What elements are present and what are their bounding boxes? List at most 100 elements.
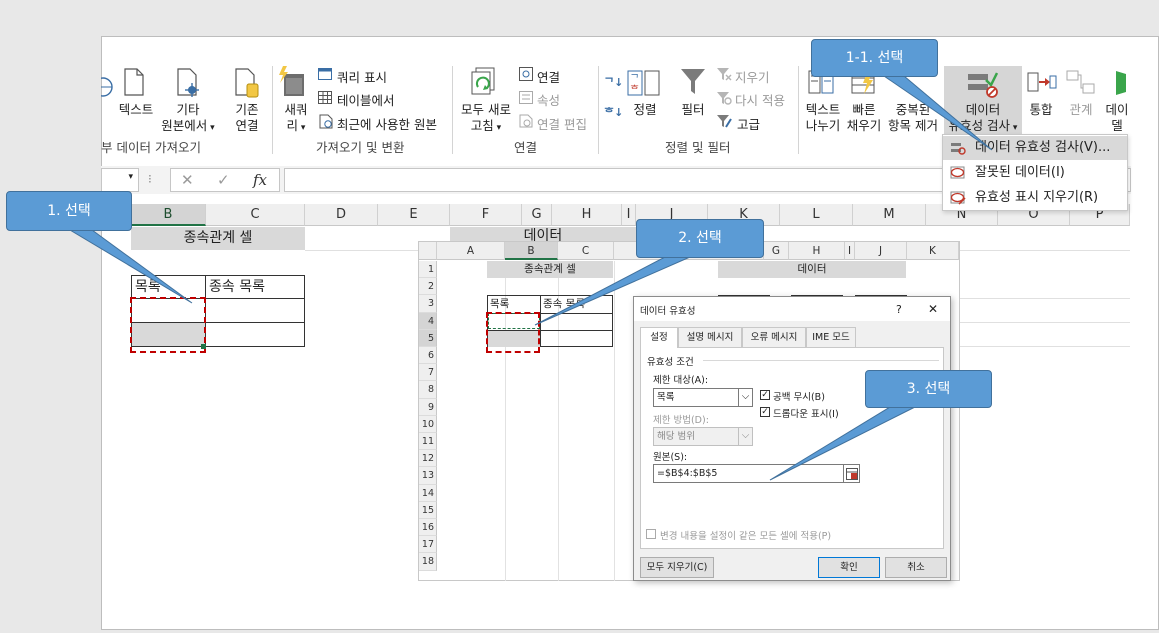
formula-buttons: ✕ ✓ fx — [170, 168, 280, 192]
data-validation-button[interactable]: 데이터 유효성 검사 ▾ — [944, 66, 1022, 136]
relationships-icon — [1066, 70, 1095, 94]
column-header-e[interactable]: E — [378, 204, 450, 226]
inset-row-header[interactable]: 13 — [419, 467, 437, 485]
ignore-blank-checkbox[interactable]: ✓ — [760, 390, 770, 400]
menu-item-data-validation[interactable]: 데이터 유효성 검사(V)... — [943, 136, 1127, 160]
refresh-all-button[interactable]: 모두 새로 고침 ▾ — [456, 102, 516, 136]
sort-button[interactable]: 정렬 — [628, 102, 662, 118]
tab-input-message[interactable]: 설명 메시지 — [678, 327, 742, 347]
inset-dependent-list-label-cell[interactable]: 종속 목록 — [541, 296, 585, 313]
in-cell-dropdown-checkbox[interactable]: ✓ — [760, 407, 770, 417]
help-icon[interactable]: ? — [896, 303, 902, 316]
clear-all-button[interactable]: 모두 지우기(C) — [640, 557, 714, 578]
inset-row-header[interactable]: 15 — [419, 501, 437, 519]
insert-function-icon[interactable]: fx — [253, 171, 267, 189]
name-box[interactable]: ▾ — [101, 168, 139, 192]
inset-dependent-cell-header[interactable]: 종속관계 셀 — [487, 261, 613, 278]
inset-row-header[interactable]: 11 — [419, 433, 437, 451]
column-header-b[interactable]: B — [131, 204, 206, 226]
column-header-c[interactable]: C — [206, 204, 305, 226]
sort-za-icon[interactable]: ᄒ↓ — [604, 104, 623, 120]
column-header-d[interactable]: D — [305, 204, 378, 226]
column-header-h[interactable]: H — [552, 204, 622, 226]
column-header-m[interactable]: M — [853, 204, 926, 226]
inset-column-header-a[interactable]: A — [437, 242, 505, 260]
reapply-button[interactable]: 다시 적용 — [735, 90, 785, 109]
data-select[interactable]: 해당 범위 ⌵ — [653, 427, 753, 446]
inset-row-header[interactable]: 12 — [419, 450, 437, 468]
tab-ime-mode[interactable]: IME 모드 — [806, 327, 856, 347]
menu-item-circle-invalid-data[interactable]: 잘못된 데이터(I) — [943, 161, 1127, 185]
dependent-cell-header[interactable]: 종속관계 셀 — [131, 227, 305, 250]
inset-column-header-i[interactable]: I — [845, 242, 855, 260]
allow-select[interactable]: 목록 ⌵ — [653, 388, 753, 407]
filter-button[interactable]: 필터 — [676, 102, 710, 118]
sort-az-icon[interactable]: ᄀ↓ — [604, 74, 623, 90]
tab-error-alert[interactable]: 오류 메시지 — [742, 327, 806, 347]
menu-item-clear-validation-circles[interactable]: 유효성 표시 지우기(R) — [943, 186, 1127, 210]
relationships-button[interactable]: 관계 — [1064, 102, 1098, 118]
advanced-filter-button[interactable]: 고급 — [737, 114, 760, 133]
inset-column-header-h[interactable]: H — [789, 242, 845, 260]
edit-links-button[interactable]: 연결 편집 — [537, 114, 587, 133]
in-cell-dropdown-label: 드롭다운 표시(I) — [773, 409, 839, 420]
name-box-dropdown-icon[interactable]: ▾ — [128, 172, 133, 182]
inset-row-header[interactable]: 3 — [419, 295, 437, 313]
close-icon[interactable]: ✕ — [928, 302, 938, 316]
connections-button[interactable]: 연결 — [537, 67, 560, 86]
existing-connections-button[interactable]: 기존 연결 — [226, 102, 268, 134]
inset-column-header-c[interactable]: C — [558, 242, 614, 260]
show-queries-button[interactable]: 쿼리 표시 — [337, 67, 387, 86]
inset-row-header[interactable]: 6 — [419, 347, 437, 365]
inset-row-header[interactable]: 8 — [419, 381, 437, 399]
fill-handle[interactable] — [201, 344, 206, 349]
data-header[interactable]: 데이터 — [450, 227, 636, 241]
column-header-f[interactable]: F — [450, 204, 522, 226]
inset-column-header-g[interactable]: G — [764, 242, 789, 260]
inset-row-header[interactable]: 18 — [419, 553, 437, 571]
inset-row-header[interactable]: 14 — [419, 484, 437, 502]
enter-icon[interactable]: ✓ — [217, 171, 230, 189]
source-input[interactable]: =$B$4:$B$5 — [653, 464, 860, 483]
column-header-l[interactable]: L — [780, 204, 853, 226]
new-query-button[interactable]: 새쿼 리 ▾ — [281, 102, 311, 136]
column-header-i[interactable]: I — [622, 204, 636, 226]
inset-row-header[interactable]: 16 — [419, 519, 437, 537]
apply-all-checkbox[interactable] — [646, 529, 656, 539]
ok-button[interactable]: 확인 — [818, 557, 880, 578]
inset-data-header[interactable]: 데이터 — [718, 261, 906, 278]
inset-row-header[interactable]: 5 — [419, 329, 437, 347]
remove-duplicates-button[interactable]: 중복된 항목 제거 — [884, 102, 942, 134]
from-table-button[interactable]: 테이블에서 — [337, 90, 395, 109]
clear-filter-button[interactable]: 지우기 — [735, 67, 770, 86]
inset-row-header[interactable]: 4 — [419, 312, 437, 330]
recent-sources-button[interactable]: 최근에 사용한 원본 — [337, 114, 437, 133]
inset-column-header-b[interactable]: B — [505, 242, 558, 260]
chevron-down-icon[interactable]: ⌵ — [738, 428, 752, 445]
column-header-g[interactable]: G — [522, 204, 552, 226]
tab-settings[interactable]: 설정 — [640, 327, 678, 348]
inset-row-header[interactable]: 1 — [419, 261, 437, 279]
inset-column-header-k[interactable]: K — [907, 242, 959, 260]
data-model-button[interactable]: 데이 델 — [1100, 102, 1134, 134]
cancel-button[interactable]: 취소 — [885, 557, 947, 578]
inset-row-header[interactable]: 9 — [419, 398, 437, 416]
flash-fill-button[interactable]: 빠른 채우기 — [842, 102, 886, 134]
dependent-list-label-cell[interactable]: 종속 목록 — [206, 276, 265, 298]
inset-row-header[interactable]: 7 — [419, 364, 437, 382]
inset-column-header-j[interactable]: J — [855, 242, 907, 260]
circle-invalid-data-icon — [950, 166, 965, 179]
inset-row-header[interactable]: 2 — [419, 278, 437, 296]
range-select-button[interactable] — [843, 464, 860, 483]
cancel-icon[interactable]: ✕ — [181, 171, 194, 189]
inset-row-header[interactable]: 17 — [419, 536, 437, 554]
properties-button[interactable]: 속성 — [537, 90, 560, 109]
list-label-cell[interactable]: 목록 — [132, 276, 161, 298]
from-other-sources-button[interactable]: 기타 원본에서 ▾ — [148, 102, 228, 136]
inset-list-label-cell[interactable]: 목록 — [488, 296, 509, 313]
consolidate-button[interactable]: 통합 — [1024, 102, 1058, 118]
text-to-columns-button[interactable]: 텍스트 나누기 — [800, 102, 846, 134]
inset-corner[interactable] — [419, 242, 437, 260]
chevron-down-icon[interactable]: ⌵ — [738, 389, 752, 406]
inset-row-header[interactable]: 10 — [419, 415, 437, 433]
